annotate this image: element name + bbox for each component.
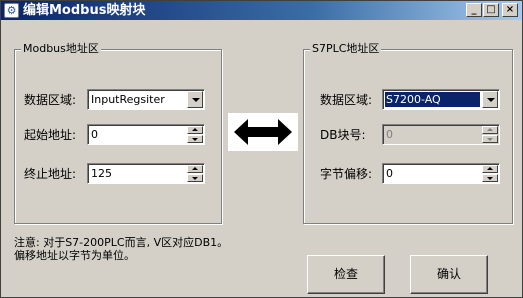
s7plc-byte-offset-stepper[interactable]: 0 (382, 163, 500, 184)
selected-option-highlight: S7200-AQ (385, 92, 480, 107)
s7plc-group-title: S7PLC地址区 (310, 42, 382, 56)
edit-modbus-mapping-dialog: ⚙ 编辑Modbus映射块 _ □ × Modbus地址区 数据区域: Inpu… (0, 0, 523, 298)
s7plc-area-select[interactable]: S7200-AQ (382, 89, 500, 110)
spin-buttons (187, 126, 203, 143)
modbus-start-address-stepper[interactable]: 0 (87, 124, 205, 145)
window-title: 编辑Modbus映射块 (23, 3, 146, 18)
spin-up-icon[interactable] (482, 165, 498, 173)
s7plc-area-label: 数据区域: (320, 93, 373, 107)
modbus-area-label: 数据区域: (24, 93, 77, 107)
bidirectional-arrow-icon (228, 113, 298, 151)
s7plc-db-number-stepper[interactable]: 0 (382, 124, 500, 145)
chevron-down-icon[interactable] (187, 91, 203, 108)
check-button[interactable]: 检查 (307, 255, 385, 294)
chevron-down-icon[interactable] (482, 91, 498, 108)
spin-down-icon[interactable] (187, 135, 203, 143)
confirm-button[interactable]: 确认 (410, 255, 488, 294)
spin-up-icon[interactable] (482, 126, 498, 134)
spin-up-icon[interactable] (187, 126, 203, 134)
spin-down-icon[interactable] (187, 174, 203, 182)
close-button[interactable]: × (502, 3, 518, 17)
spin-down-icon[interactable] (482, 174, 498, 182)
spin-down-icon[interactable] (482, 135, 498, 143)
minimize-button[interactable]: _ (466, 3, 482, 17)
s7plc-area-value: S7200-AQ (386, 93, 441, 106)
modbus-end-label: 终止地址: (24, 167, 77, 181)
spin-buttons (187, 165, 203, 182)
s7plc-db-label: DB块号: (320, 128, 366, 142)
modbus-area-value: InputRegsiter (91, 93, 165, 106)
modbus-end-address-stepper[interactable]: 125 (87, 163, 205, 184)
modbus-area-select[interactable]: InputRegsiter (87, 89, 205, 110)
modbus-end-value: 125 (91, 167, 112, 180)
note-line-1: 注意: 对于S7-200PLC而言, V区对应DB1。 (14, 236, 229, 249)
spin-buttons (482, 165, 498, 182)
s7plc-offset-label: 字节偏移: (320, 167, 373, 181)
s7plc-db-value: 0 (386, 128, 393, 141)
maximize-button[interactable]: □ (483, 3, 499, 17)
spin-buttons (482, 126, 498, 143)
modbus-start-value: 0 (91, 128, 98, 141)
modbus-group-title: Modbus地址区 (21, 42, 101, 56)
note-line-2: 偏移地址以字节为单位。 (14, 249, 135, 262)
spin-up-icon[interactable] (187, 165, 203, 173)
gear-icon: ⚙ (4, 3, 19, 18)
modbus-start-label: 起始地址: (24, 128, 77, 142)
s7plc-offset-value: 0 (386, 167, 393, 180)
title-bar[interactable]: ⚙ 编辑Modbus映射块 _ □ × (1, 1, 522, 20)
